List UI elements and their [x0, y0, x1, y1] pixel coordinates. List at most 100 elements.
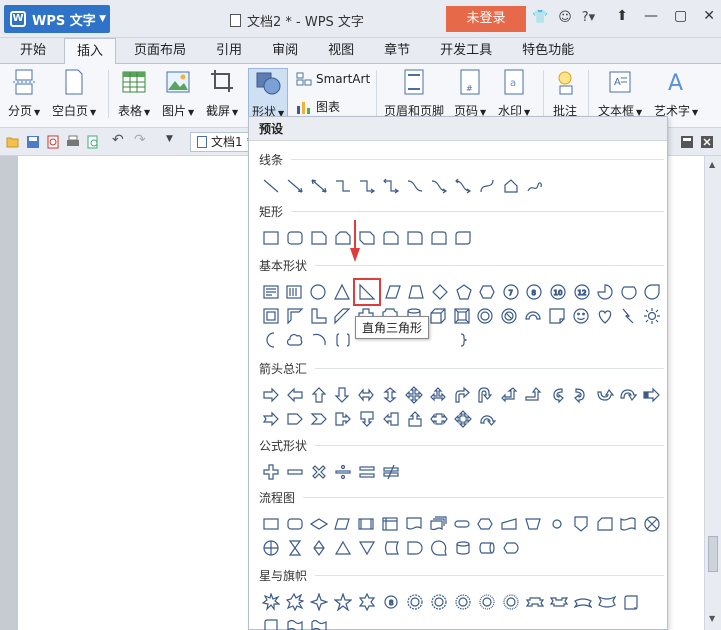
shape-bevel[interactable]	[450, 304, 474, 328]
shape-arc[interactable]	[307, 328, 331, 352]
shape-16-point-star[interactable]	[451, 590, 475, 614]
shape-half-frame[interactable]	[283, 304, 307, 328]
shape-12-point-star[interactable]	[427, 590, 451, 614]
shape-horizontal-scroll[interactable]	[259, 614, 283, 630]
tab-list-icon[interactable]	[680, 135, 694, 149]
customize-dropdown-icon[interactable]: ▼	[166, 134, 180, 148]
shape-parallelogram[interactable]	[381, 280, 405, 304]
shape-curved-down-ribbon[interactable]	[595, 590, 619, 614]
flowchart-predefined-process[interactable]	[354, 512, 378, 536]
shape-round-diagonal[interactable]	[451, 226, 475, 250]
shape-right-arrow-callout[interactable]	[331, 407, 355, 431]
shape-curved-down-arrow[interactable]	[616, 383, 640, 407]
shape-down-ribbon[interactable]	[547, 590, 571, 614]
shape-elbow-arrow[interactable]	[355, 174, 379, 198]
scroll-down-icon[interactable]: ▼	[709, 614, 715, 623]
shape-round-same-side[interactable]	[427, 226, 451, 250]
feedback-icon[interactable]: ☺	[558, 10, 572, 25]
shape-divide[interactable]	[331, 460, 355, 484]
close-icon[interactable]: ✕	[703, 8, 715, 24]
shape-quad-arrow-callout[interactable]	[451, 407, 475, 431]
open-icon[interactable]	[6, 135, 20, 149]
tab-start[interactable]: 开始	[8, 38, 58, 64]
shape-diagonal-stripe[interactable]	[330, 304, 354, 328]
scroll-up-icon[interactable]: ▲	[709, 160, 715, 169]
shape-bent-arrow[interactable]	[450, 383, 474, 407]
wordart-button[interactable]: A 艺术字 ▼	[654, 68, 698, 119]
shape-l-shape[interactable]	[307, 304, 331, 328]
flowchart-punched-tape[interactable]	[616, 512, 640, 536]
shape-u-turn-arrow[interactable]	[473, 383, 497, 407]
redo-icon[interactable]: ↷	[134, 132, 148, 148]
shape-left-right-arrow-callout[interactable]	[427, 407, 451, 431]
shape-double-arrow-line[interactable]	[307, 174, 331, 198]
save-icon[interactable]	[26, 135, 40, 149]
shape-curved-up-ribbon[interactable]	[571, 590, 595, 614]
shape-curved-double-arrow[interactable]	[451, 174, 475, 198]
shape-right-triangle[interactable]	[353, 278, 381, 306]
flowchart-decision[interactable]	[307, 512, 331, 536]
shape-frame[interactable]	[259, 304, 283, 328]
shape-wave[interactable]	[283, 614, 307, 630]
shape-trapezoid[interactable]	[405, 280, 429, 304]
shape-up-down-arrow[interactable]	[378, 383, 402, 407]
shape-cube[interactable]	[426, 304, 450, 328]
watermark-button[interactable]: a 水印 ▼	[498, 68, 530, 119]
flowchart-manual-input[interactable]	[497, 512, 521, 536]
shape-no-symbol[interactable]	[497, 304, 521, 328]
shape-dodecagon[interactable]: 12	[570, 280, 594, 304]
shape-left-right-arrow[interactable]	[354, 383, 378, 407]
shape-4-point-star[interactable]	[307, 590, 331, 614]
shape-left-up-arrow[interactable]	[497, 383, 521, 407]
picture-button[interactable]: 图片 ▼	[162, 68, 194, 119]
tab-view[interactable]: 视图	[316, 38, 366, 64]
shape-heptagon[interactable]: 7	[499, 280, 523, 304]
shape-rounded-rectangle[interactable]	[283, 226, 307, 250]
export-pdf-icon[interactable]	[46, 135, 60, 149]
flowchart-delay[interactable]	[403, 536, 427, 560]
flowchart-off-page-connector[interactable]	[569, 512, 593, 536]
shape-minus[interactable]	[283, 460, 307, 484]
shape-right-brace[interactable]	[451, 328, 475, 352]
shape-left-arrow-callout[interactable]	[379, 407, 403, 431]
flowchart-merge[interactable]	[355, 536, 379, 560]
shape-circular-arrow[interactable]	[475, 407, 499, 431]
maximize-icon[interactable]: ▢	[674, 8, 687, 24]
close-doc-icon[interactable]	[700, 135, 714, 149]
minimize-icon[interactable]: —	[644, 8, 658, 24]
shape-10-point-star[interactable]	[403, 590, 427, 614]
shape-scribble[interactable]	[523, 174, 547, 198]
shape-curved-left-arrow[interactable]	[569, 383, 593, 407]
tab-layout[interactable]: 页面布局	[122, 38, 198, 64]
flowchart-connector[interactable]	[545, 512, 569, 536]
app-menu-button[interactable]: W WPS 文字 ▼	[4, 5, 110, 33]
skin-icon[interactable]: 👕	[532, 10, 548, 25]
shape-round-single-corner[interactable]	[403, 226, 427, 250]
shape-pentagon[interactable]	[452, 280, 476, 304]
shape-textbox[interactable]	[259, 280, 283, 304]
shape-plus[interactable]	[259, 460, 283, 484]
shape-32-point-star[interactable]	[499, 590, 523, 614]
shape-down-arrow[interactable]	[330, 383, 354, 407]
shape-8-point-star[interactable]: 8	[379, 590, 403, 614]
flowchart-document[interactable]	[402, 512, 426, 536]
shape-chord[interactable]	[617, 280, 641, 304]
flowchart-sequential-access[interactable]	[427, 536, 451, 560]
shape-snip-single-corner[interactable]	[307, 226, 331, 250]
shape-elbow-connector[interactable]	[331, 174, 355, 198]
tab-developer[interactable]: 开发工具	[428, 38, 504, 64]
flowchart-display[interactable]	[499, 536, 523, 560]
tab-references[interactable]: 引用	[204, 38, 254, 64]
blank-page-button[interactable]: 空白页 ▼	[52, 68, 96, 119]
shape-hexagon[interactable]	[475, 280, 499, 304]
shape-vertical-scroll[interactable]	[619, 590, 643, 614]
shape-explosion-1[interactable]	[259, 590, 283, 614]
shape-multiply[interactable]	[307, 460, 331, 484]
login-button[interactable]: 未登录	[446, 6, 526, 32]
shape-cloud[interactable]	[283, 328, 307, 352]
shape-curved-arrow[interactable]	[427, 174, 451, 198]
smartart-button[interactable]: SmartArt	[296, 72, 370, 86]
shape-oval[interactable]	[306, 280, 330, 304]
shape-pie[interactable]	[593, 280, 617, 304]
shape-double-wave[interactable]	[307, 614, 331, 630]
